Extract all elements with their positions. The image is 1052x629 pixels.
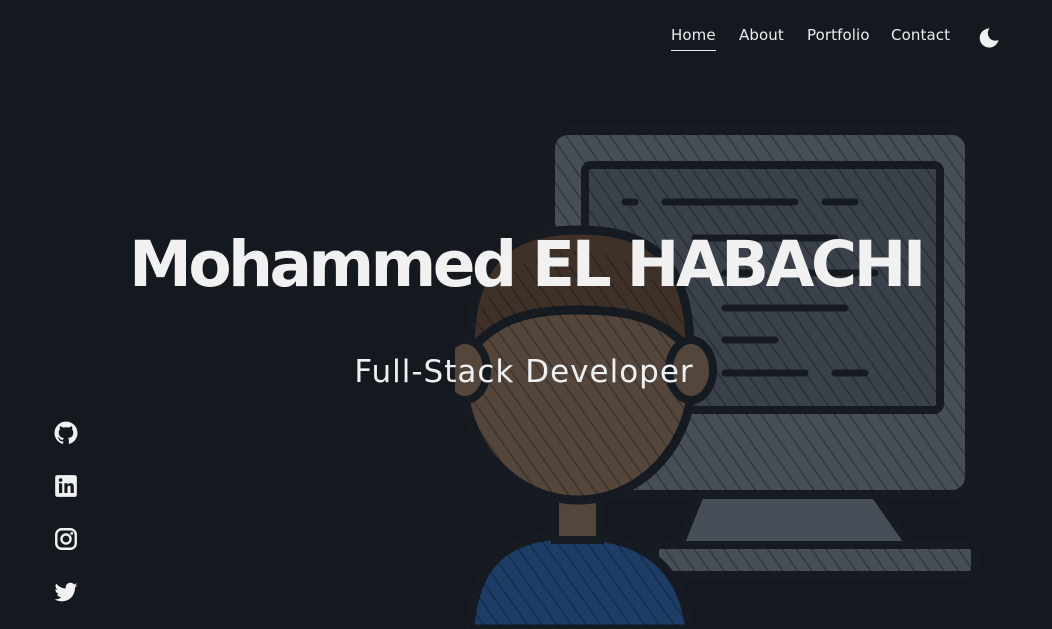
nav-portfolio[interactable]: Portfolio [807,26,870,50]
monitor-stand [674,491,918,549]
hero-name: Mohammed EL HABACHI [129,228,926,301]
nav-home[interactable]: Home [671,26,716,51]
github-icon[interactable] [53,420,79,446]
moon-icon[interactable] [977,26,1001,50]
nav-contact[interactable]: Contact [891,26,950,50]
linkedin-icon[interactable] [53,473,79,499]
hero-role: Full-Stack Developer [354,354,694,390]
instagram-icon[interactable] [53,526,79,552]
twitter-icon[interactable] [53,579,79,605]
portfolio-page: Home About Portfolio Contact Mohammed EL… [0,0,1052,629]
nav-about[interactable]: About [739,26,784,50]
top-nav: Home About Portfolio Contact [0,26,1052,56]
